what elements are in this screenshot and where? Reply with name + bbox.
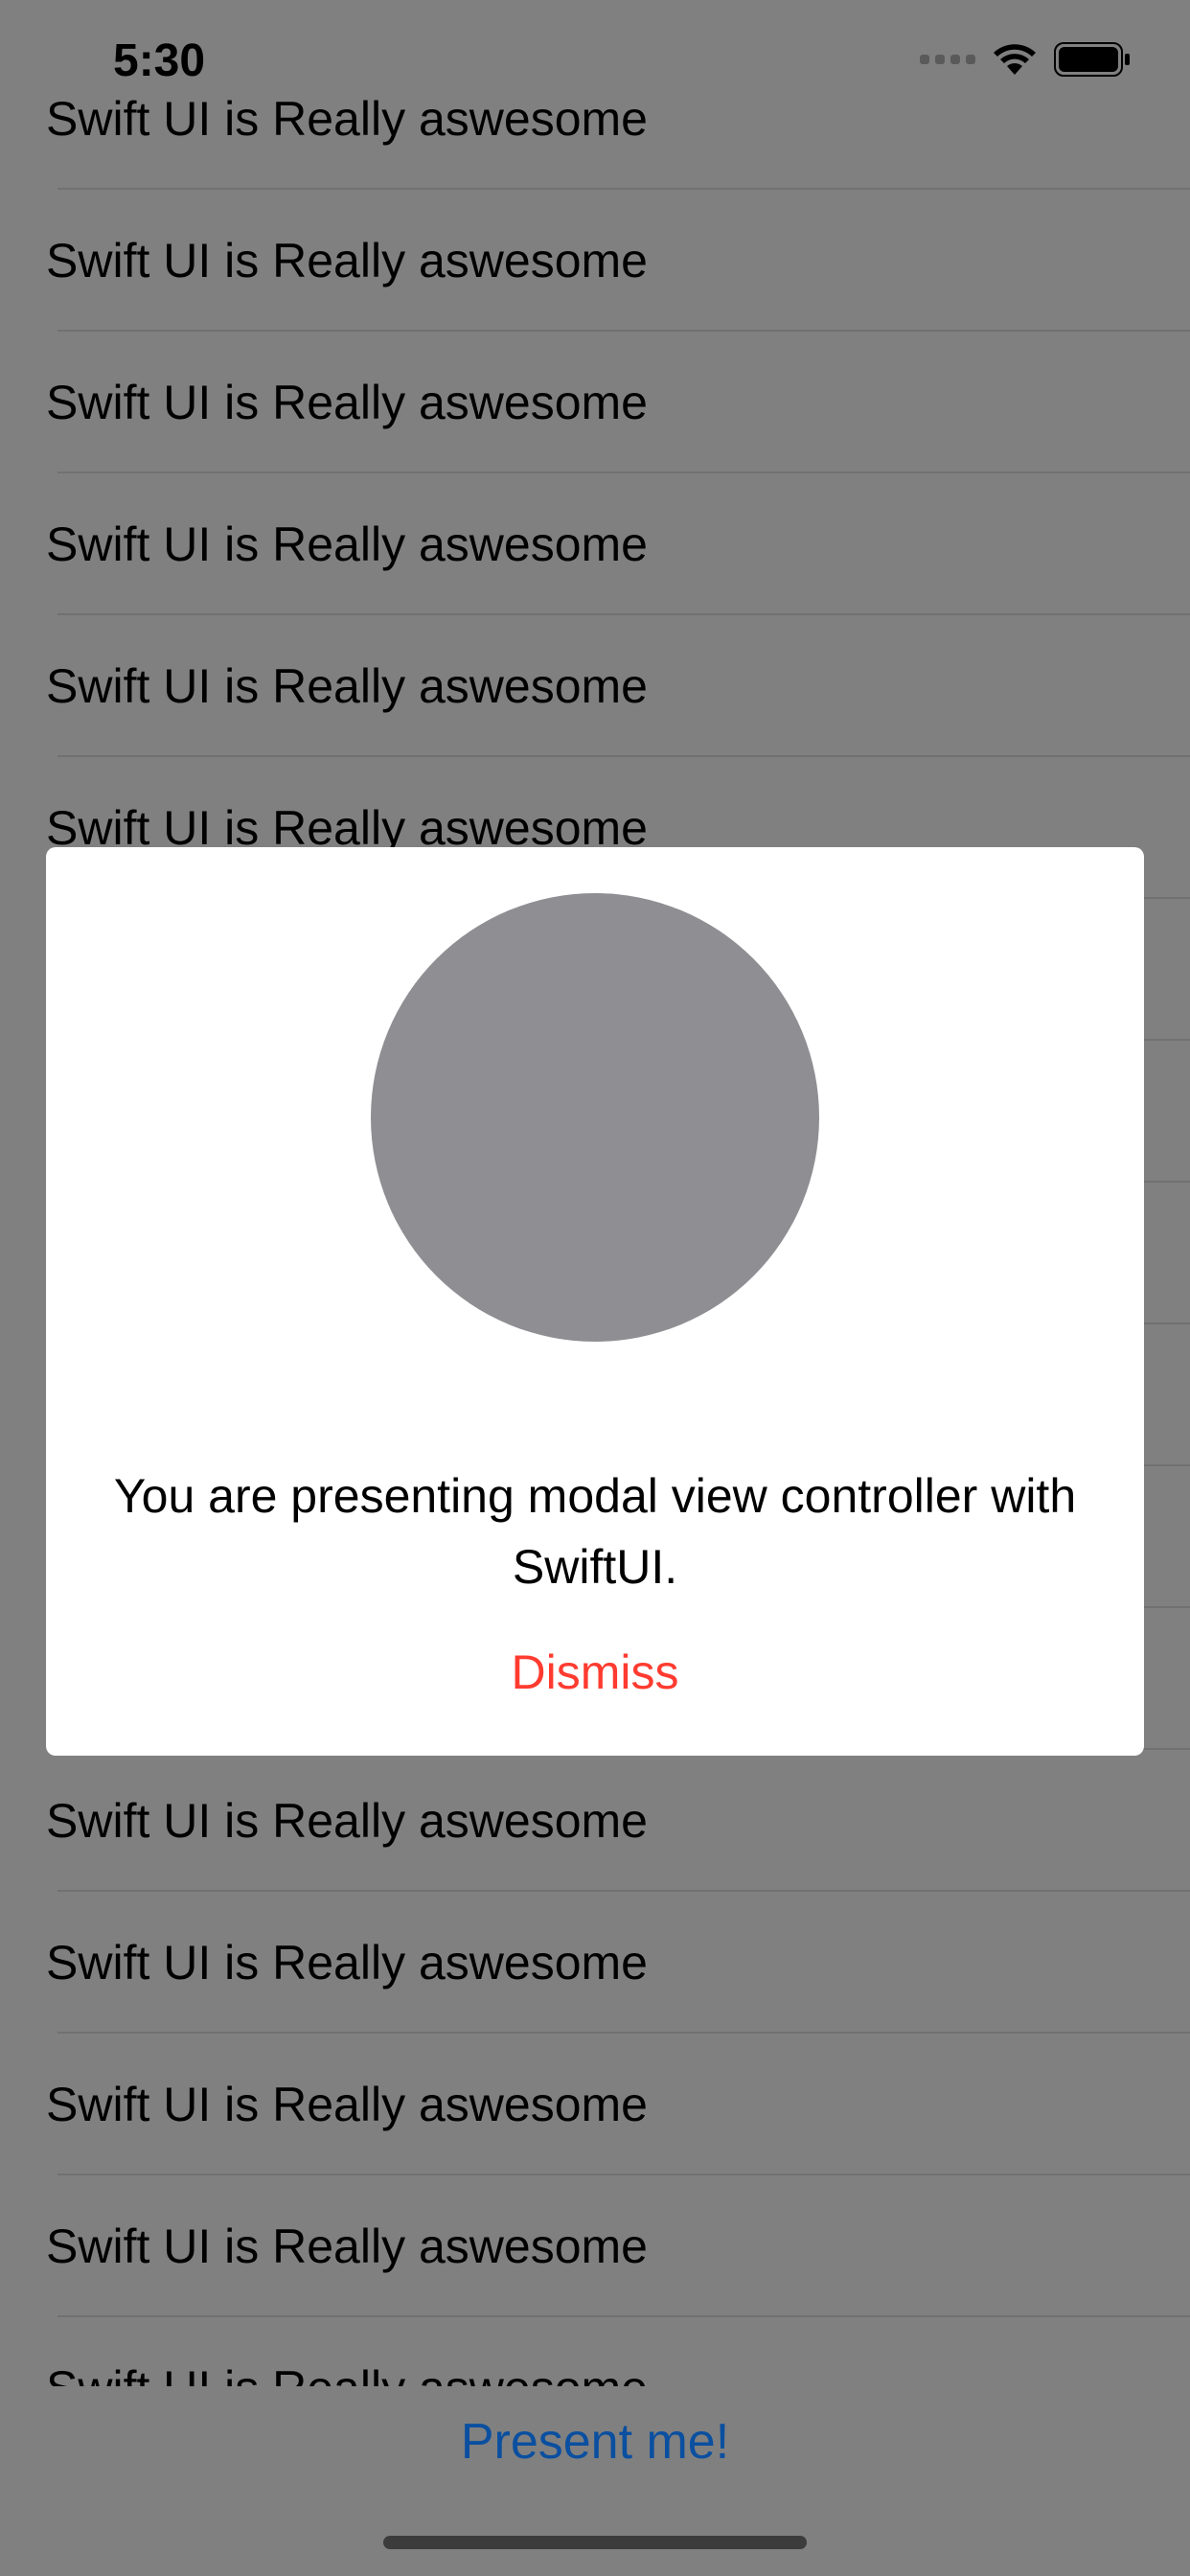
- wifi-icon: [994, 44, 1036, 75]
- list-item-label: Swift UI is Really aswesome: [46, 518, 648, 571]
- list-item[interactable]: Swift UI is Really aswesome: [0, 2317, 1190, 2386]
- avatar-placeholder: [371, 893, 819, 1342]
- battery-icon: [1054, 42, 1130, 77]
- list-item[interactable]: Swift UI is Really aswesome: [0, 190, 1190, 332]
- present-button[interactable]: Present me!: [0, 2413, 1190, 2471]
- home-indicator[interactable]: [383, 2536, 807, 2549]
- list-item-label: Swift UI is Really aswesome: [46, 376, 648, 429]
- list-item[interactable]: Swift UI is Really aswesome: [0, 1750, 1190, 1892]
- list-item-label: Swift UI is Really aswesome: [46, 2360, 648, 2386]
- status-bar: 5:30: [0, 0, 1190, 126]
- list-item[interactable]: Swift UI is Really aswesome: [0, 2175, 1190, 2317]
- cellular-signal-icon: [920, 55, 975, 64]
- list-item-label: Swift UI is Really aswesome: [46, 659, 648, 713]
- dismiss-button[interactable]: Dismiss: [46, 1644, 1144, 1700]
- status-time: 5:30: [113, 35, 206, 86]
- list-item[interactable]: Swift UI is Really aswesome: [0, 332, 1190, 473]
- status-icons: [920, 42, 1131, 77]
- list-item[interactable]: Swift UI is Really aswesome: [0, 615, 1190, 757]
- list-item[interactable]: Swift UI is Really aswesome: [0, 2034, 1190, 2175]
- list-item-label: Swift UI is Really aswesome: [46, 1794, 648, 1848]
- modal-message: You are presenting modal view controller…: [113, 1469, 1077, 1594]
- list-item-label: Swift UI is Really aswesome: [46, 1936, 648, 1990]
- list-item[interactable]: Swift UI is Really aswesome: [0, 473, 1190, 615]
- list-item[interactable]: Swift UI is Really aswesome: [0, 1892, 1190, 2034]
- list-item-label: Swift UI is Really aswesome: [46, 2220, 648, 2273]
- list-item-label: Swift UI is Really aswesome: [46, 2078, 648, 2131]
- app-screen: Swift UI is Really aswesome Swift UI is R…: [0, 0, 1190, 2576]
- modal-dialog: You are presenting modal view controller…: [46, 847, 1144, 1756]
- list-item-label: Swift UI is Really aswesome: [46, 234, 648, 288]
